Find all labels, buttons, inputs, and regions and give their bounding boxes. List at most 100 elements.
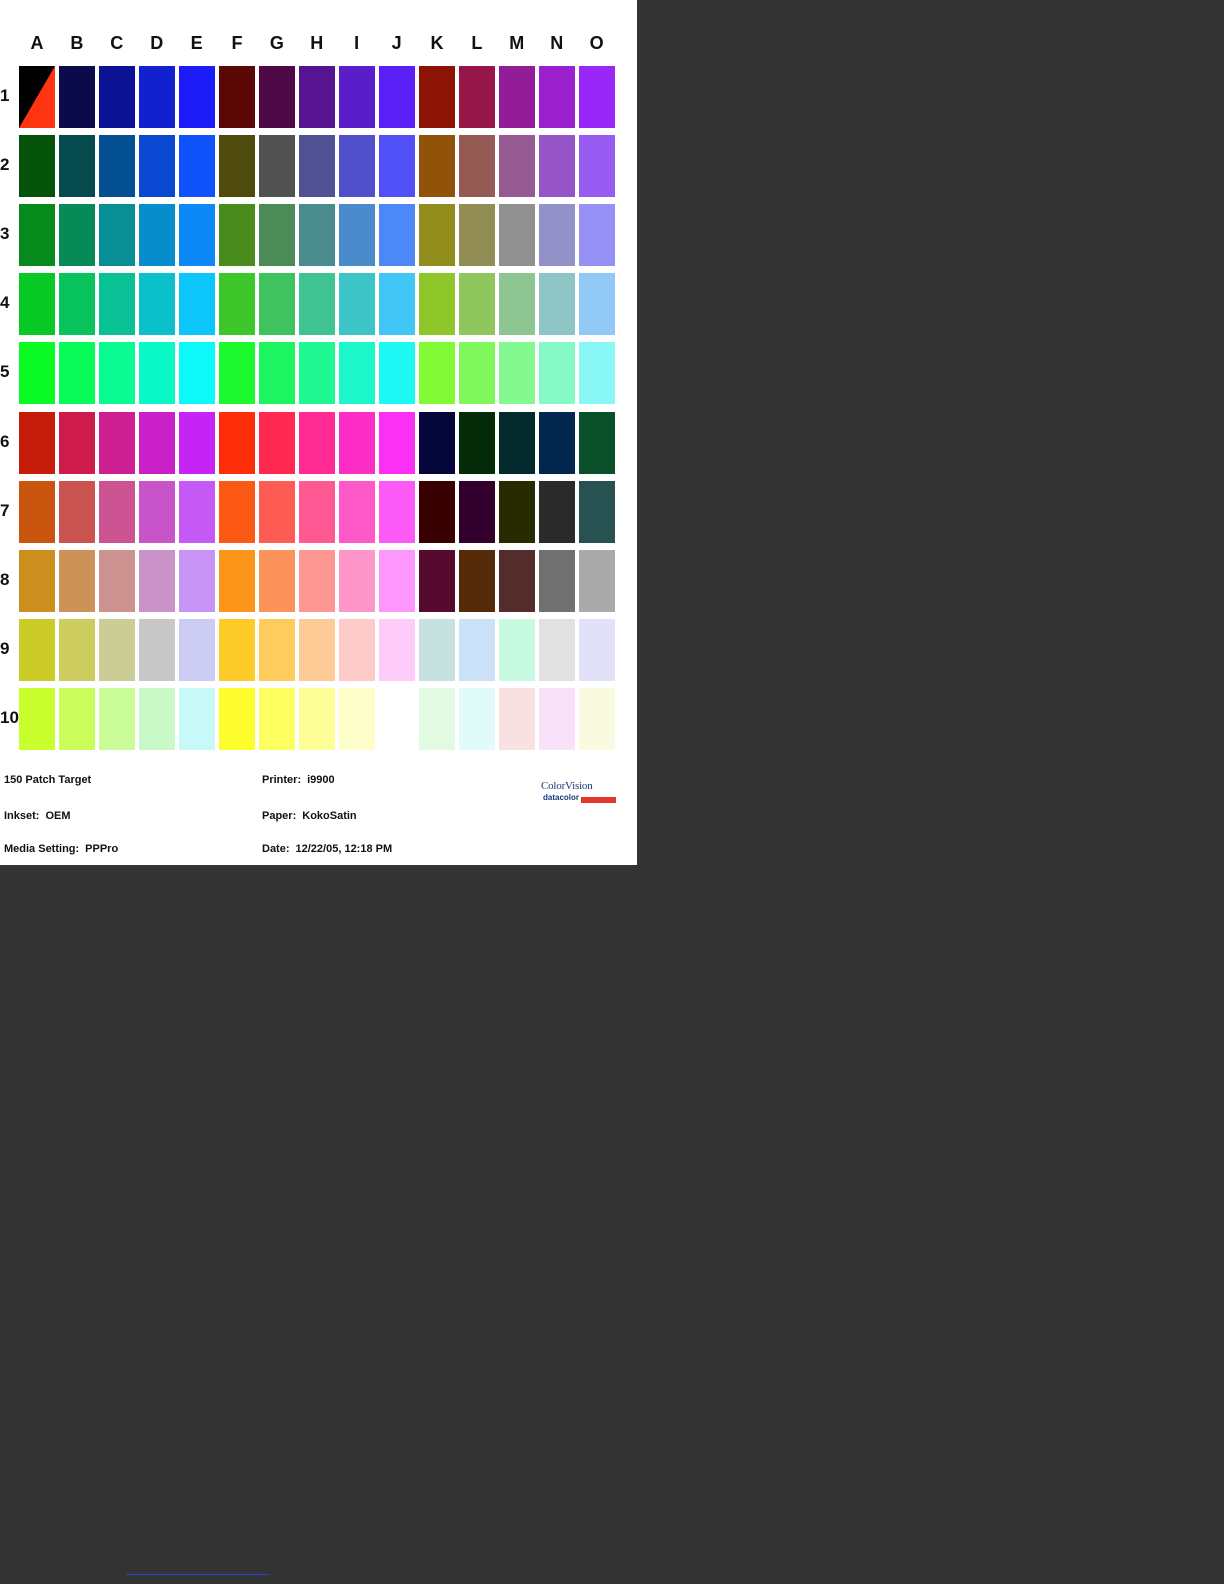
color-patch-k2 (419, 135, 455, 198)
color-patch-k10 (419, 687, 455, 750)
color-patch-m3 (498, 204, 535, 267)
color-patch-o9 (578, 618, 615, 681)
color-patch-f2 (219, 135, 255, 198)
color-patch-a2 (19, 135, 55, 198)
color-patch-k8 (419, 549, 455, 612)
color-patch-l7 (458, 480, 495, 543)
color-patch-c6 (98, 411, 135, 474)
column-label-f: F (231, 33, 243, 53)
color-patch-m6 (498, 411, 535, 474)
color-patch-f1 (219, 66, 255, 128)
color-patch-e8 (178, 549, 215, 612)
printer-line: Printer: i9900 (262, 774, 335, 786)
color-patch-l10 (458, 687, 495, 750)
color-patch-a3 (19, 204, 55, 267)
color-patch-i3 (338, 204, 375, 267)
color-patch-e1 (178, 66, 215, 128)
column-label-i: I (354, 33, 360, 53)
color-patch-d8 (138, 549, 175, 612)
color-patch-c4 (98, 273, 135, 336)
color-patch-c8 (98, 549, 135, 612)
color-patch-e5 (178, 342, 215, 405)
color-patch-h5 (298, 342, 335, 405)
column-label-a: A (30, 33, 44, 53)
date-value: 12/22/05, 12:18 PM (295, 843, 393, 855)
column-label-h: H (310, 33, 324, 53)
column-label-m: M (509, 33, 525, 53)
color-patch-d9 (138, 618, 175, 681)
link-underline[interactable] (126, 1574, 269, 1575)
color-patch-e3 (178, 204, 215, 267)
row-label-9: 9 (0, 638, 10, 658)
color-patch-m10 (498, 687, 535, 750)
color-patch-b5 (58, 342, 95, 405)
color-patch-j3 (378, 204, 415, 267)
color-patch-f4 (219, 273, 255, 336)
column-label-d: D (150, 33, 164, 53)
color-patch-k1 (419, 66, 455, 128)
color-patch-b3 (58, 204, 95, 267)
color-patch-m2 (498, 135, 535, 198)
color-patch-a5 (19, 342, 55, 405)
color-patch-c2 (98, 135, 135, 198)
color-patch-i2 (338, 135, 375, 198)
column-label-n: N (550, 33, 564, 53)
color-patch-j2 (378, 135, 415, 198)
color-patch-h7 (298, 480, 335, 543)
paper-value: KokoSatin (302, 810, 357, 822)
color-patch-m7 (498, 480, 535, 543)
color-patch-m5 (498, 342, 535, 405)
color-patch-o7 (578, 480, 615, 543)
color-patch-j8 (378, 549, 415, 612)
color-patch-c9 (98, 618, 135, 681)
color-patch-h1 (298, 66, 335, 128)
inkset-line: Inkset: OEM (4, 810, 71, 822)
color-patch-g2 (258, 135, 295, 198)
color-patch-h3 (298, 204, 335, 267)
color-patch-o5 (578, 342, 615, 405)
logo-accent-bar (581, 797, 616, 803)
color-patch-g10 (258, 687, 295, 750)
color-patch-i5 (338, 342, 375, 405)
logo-brand-text: ColorVision (541, 780, 593, 792)
color-patch-g6 (258, 411, 295, 474)
column-label-o: O (589, 33, 604, 53)
color-patch-o2 (578, 135, 615, 198)
color-patch-d6 (138, 411, 175, 474)
row-label-2: 2 (0, 155, 10, 175)
color-patch-e7 (178, 480, 215, 543)
color-patch-h8 (298, 549, 335, 612)
color-patch-b1 (58, 66, 95, 128)
color-patch-e2 (178, 135, 215, 198)
color-patch-f7 (219, 480, 255, 543)
color-patch-f10 (219, 687, 255, 750)
column-label-b: B (70, 33, 84, 53)
color-patch-d10 (138, 687, 175, 750)
color-patch-f5 (219, 342, 255, 405)
color-patch-l4 (458, 273, 495, 336)
color-patch-a6 (19, 411, 55, 474)
inkset-label: Inkset: (4, 810, 40, 822)
color-patch-k9 (419, 618, 455, 681)
color-patch-n9 (538, 618, 575, 681)
row-label-10: 10 (0, 707, 19, 727)
color-patch-n4 (538, 273, 575, 336)
row-label-7: 7 (0, 500, 10, 520)
paper-label: Paper: (262, 810, 297, 822)
color-patch-i6 (338, 411, 375, 474)
color-patch-e10 (178, 687, 215, 750)
color-patch-a1 (19, 66, 55, 128)
color-patch-b9 (58, 618, 95, 681)
printer-label: Printer: (262, 774, 302, 786)
color-patch-h6 (298, 411, 335, 474)
color-patch-l9 (458, 618, 495, 681)
color-patch-o10 (578, 687, 615, 750)
color-patch-n2 (538, 135, 575, 198)
color-patch-n7 (538, 480, 575, 543)
row-label-6: 6 (0, 431, 10, 451)
logo-sub-text: datacolor (543, 793, 580, 802)
color-patch-l3 (458, 204, 495, 267)
color-patch-m9 (498, 618, 535, 681)
color-patch-l6 (458, 411, 495, 474)
color-patch-a10 (19, 687, 55, 750)
